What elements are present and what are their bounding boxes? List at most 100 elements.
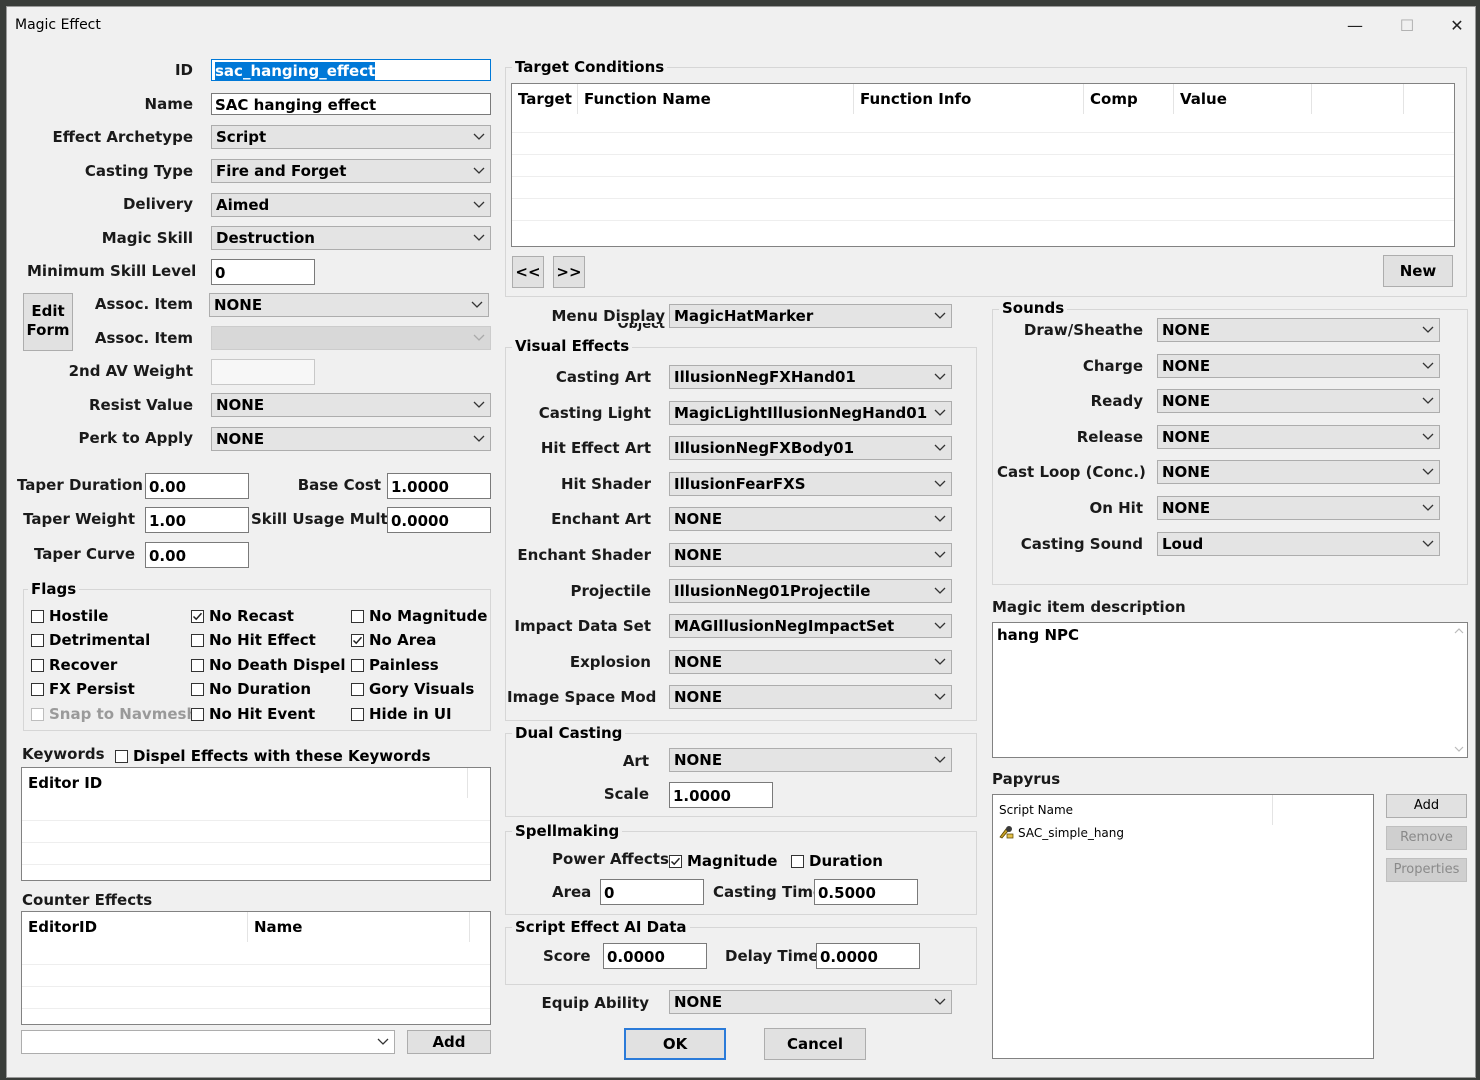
function-name-column-header[interactable]: Function Name	[578, 84, 854, 114]
sound-ready-select[interactable]: NONE	[1157, 389, 1440, 414]
enchant-shader-select[interactable]: NONE	[669, 543, 952, 567]
description-textarea[interactable]: hang NPC	[992, 622, 1468, 758]
resist-select[interactable]: NONE	[211, 393, 491, 417]
flag-no-hit-effect-checkbox[interactable]: No Hit Effect	[191, 631, 316, 649]
impact-data-set-select[interactable]: MAGIllusionNegImpactSet	[669, 614, 952, 639]
casting-light-select[interactable]: MagicLightIllusionNegHand01	[669, 400, 952, 425]
explosion-select[interactable]: NONE	[669, 649, 952, 674]
flag-no-hit-event-checkbox[interactable]: No Hit Event	[191, 705, 315, 723]
sound-charge-label: Charge	[1082, 356, 1143, 375]
function-info-column-header[interactable]: Function Info	[854, 84, 1084, 114]
taper-curve-field[interactable]: 0.00	[145, 542, 249, 568]
flag-recover-checkbox[interactable]: Recover	[31, 656, 117, 674]
sound-release-select[interactable]: NONE	[1157, 424, 1440, 449]
archetype-select[interactable]: Script	[211, 125, 491, 149]
list-item[interactable]: SAC_simple_hang	[999, 825, 1124, 840]
id-field-value: sac_hanging_effect	[215, 62, 376, 80]
dual-art-select[interactable]: NONE	[669, 748, 952, 772]
casting-art-select[interactable]: IllusionNegFXHand01	[669, 365, 952, 389]
new-condition-button[interactable]: New	[1383, 255, 1453, 287]
flag-no-death-dispel-checkbox[interactable]: No Death Dispel	[191, 656, 345, 674]
checkbox-box	[791, 855, 804, 868]
taper-weight-field[interactable]: 1.00	[145, 507, 249, 533]
flag-painless-checkbox[interactable]: Painless	[351, 656, 439, 674]
delivery-select[interactable]: Aimed	[211, 193, 491, 217]
equip-ability-label: Equip Ability	[541, 994, 649, 1012]
enchant-art-select[interactable]: NONE	[669, 507, 952, 532]
comp-column-header[interactable]: Comp	[1084, 84, 1174, 114]
sound-casting-sound-select[interactable]: Loud	[1157, 531, 1440, 556]
dual-scale-field[interactable]: 1.0000	[669, 782, 773, 808]
script-name-column-header[interactable]: Script Name	[993, 795, 1273, 825]
value-column-header[interactable]: Value	[1174, 84, 1312, 114]
magnitude-checkbox[interactable]: Magnitude	[669, 852, 777, 870]
keywords-column-header[interactable]: Editor ID	[22, 768, 468, 798]
scroll-down-icon[interactable]	[1454, 745, 1464, 753]
flag-gory-visuals-checkbox[interactable]: Gory Visuals	[351, 680, 474, 698]
sound-cast-loop-conc-value: NONE	[1162, 463, 1211, 482]
casting-type-select[interactable]: Fire and Forget	[211, 159, 491, 183]
equip-ability-select[interactable]: NONE	[669, 990, 952, 1014]
prev-condition-button[interactable]: <<	[512, 256, 544, 288]
flag-no-recast-checkbox[interactable]: No Recast	[191, 607, 294, 625]
projectile-select[interactable]: IllusionNeg01Projectile	[669, 578, 952, 603]
counter-editorid-header[interactable]: EditorID	[22, 912, 248, 942]
sound-cast-loop-conc-select[interactable]: NONE	[1157, 460, 1440, 485]
casting-time-field[interactable]: 0.5000	[814, 879, 918, 905]
papyrus-scripts-list[interactable]: Script Name SAC_simple_hang	[992, 794, 1374, 1059]
cancel-button[interactable]: Cancel	[764, 1028, 866, 1060]
area-field[interactable]: 0	[600, 879, 704, 905]
skill-usage-field[interactable]: 0.0000	[387, 507, 491, 533]
base-cost-field[interactable]: 1.0000	[387, 473, 491, 499]
menu-display-select[interactable]: MagicHatMarker	[669, 304, 952, 328]
flag-hostile-checkbox[interactable]: Hostile	[31, 607, 108, 625]
counter-name-header[interactable]: Name	[248, 912, 470, 942]
perk-select[interactable]: NONE	[211, 427, 491, 451]
checkmark-icon	[670, 857, 681, 866]
flag-hide-in-ui-checkbox[interactable]: Hide in UI	[351, 705, 452, 723]
maximize-button[interactable]: ☐	[1385, 11, 1429, 41]
counter-add-button[interactable]: Add	[407, 1030, 491, 1054]
chevron-down-icon	[473, 201, 485, 208]
checkbox-box	[115, 750, 128, 763]
counter-effect-combo[interactable]	[21, 1030, 395, 1054]
keywords-list[interactable]: Editor ID	[21, 767, 491, 881]
delay-time-field[interactable]: 0.0000	[816, 943, 920, 969]
edit-form-button[interactable]: Edit Form	[23, 293, 73, 351]
minimize-button[interactable]: —	[1333, 11, 1377, 41]
scroll-up-icon[interactable]	[1454, 627, 1464, 635]
counter-effects-list[interactable]: EditorID Name	[21, 911, 491, 1025]
ok-button[interactable]: OK	[624, 1028, 726, 1060]
papyrus-add-button[interactable]: Add	[1386, 794, 1467, 818]
sound-draw-sheathe-select[interactable]: NONE	[1157, 318, 1440, 342]
hit-shader-select[interactable]: IllusionFearFXS	[669, 471, 952, 496]
close-button[interactable]: ✕	[1435, 11, 1479, 41]
resist-value: NONE	[216, 396, 265, 414]
chevron-down-icon	[473, 133, 485, 140]
flag-fx-persist-checkbox[interactable]: FX Persist	[31, 680, 135, 698]
menu-display-value: MagicHatMarker	[674, 307, 814, 325]
magic-skill-select[interactable]: Destruction	[211, 226, 491, 250]
duration-checkbox[interactable]: Duration	[791, 852, 883, 870]
image-space-mod-select[interactable]: NONE	[669, 685, 952, 710]
sound-on-hit-select[interactable]: NONE	[1157, 496, 1440, 520]
score-field[interactable]: 0.0000	[603, 943, 707, 969]
dispel-keywords-checkbox[interactable]: Dispel Effects with these Keywords	[115, 747, 431, 765]
flag-no-area-checkbox[interactable]: No Area	[351, 631, 436, 649]
sound-on-hit-value: NONE	[1162, 499, 1211, 517]
min-skill-field[interactable]: 0	[211, 259, 315, 285]
flag-no-duration-checkbox[interactable]: No Duration	[191, 680, 311, 698]
flag-no-magnitude-checkbox[interactable]: No Magnitude	[351, 607, 487, 625]
next-condition-button[interactable]: >>	[553, 256, 585, 288]
extra-column-header[interactable]	[1312, 84, 1404, 114]
assoc-item-select[interactable]: NONE	[209, 293, 489, 317]
target-conditions-list[interactable]: Target Function Name Function Info Comp …	[511, 83, 1455, 247]
name-field[interactable]: SAC hanging effect	[211, 93, 491, 115]
skill-usage-label: Skill Usage Mult	[251, 510, 388, 528]
sound-charge-select[interactable]: NONE	[1157, 353, 1440, 378]
target-column-header[interactable]: Target	[512, 84, 578, 114]
flag-detrimental-checkbox[interactable]: Detrimental	[31, 631, 150, 649]
hit-effect-art-select[interactable]: IllusionNegFXBody01	[669, 436, 952, 461]
taper-duration-field[interactable]: 0.00	[145, 473, 249, 499]
id-field[interactable]: sac_hanging_effect	[211, 59, 491, 81]
